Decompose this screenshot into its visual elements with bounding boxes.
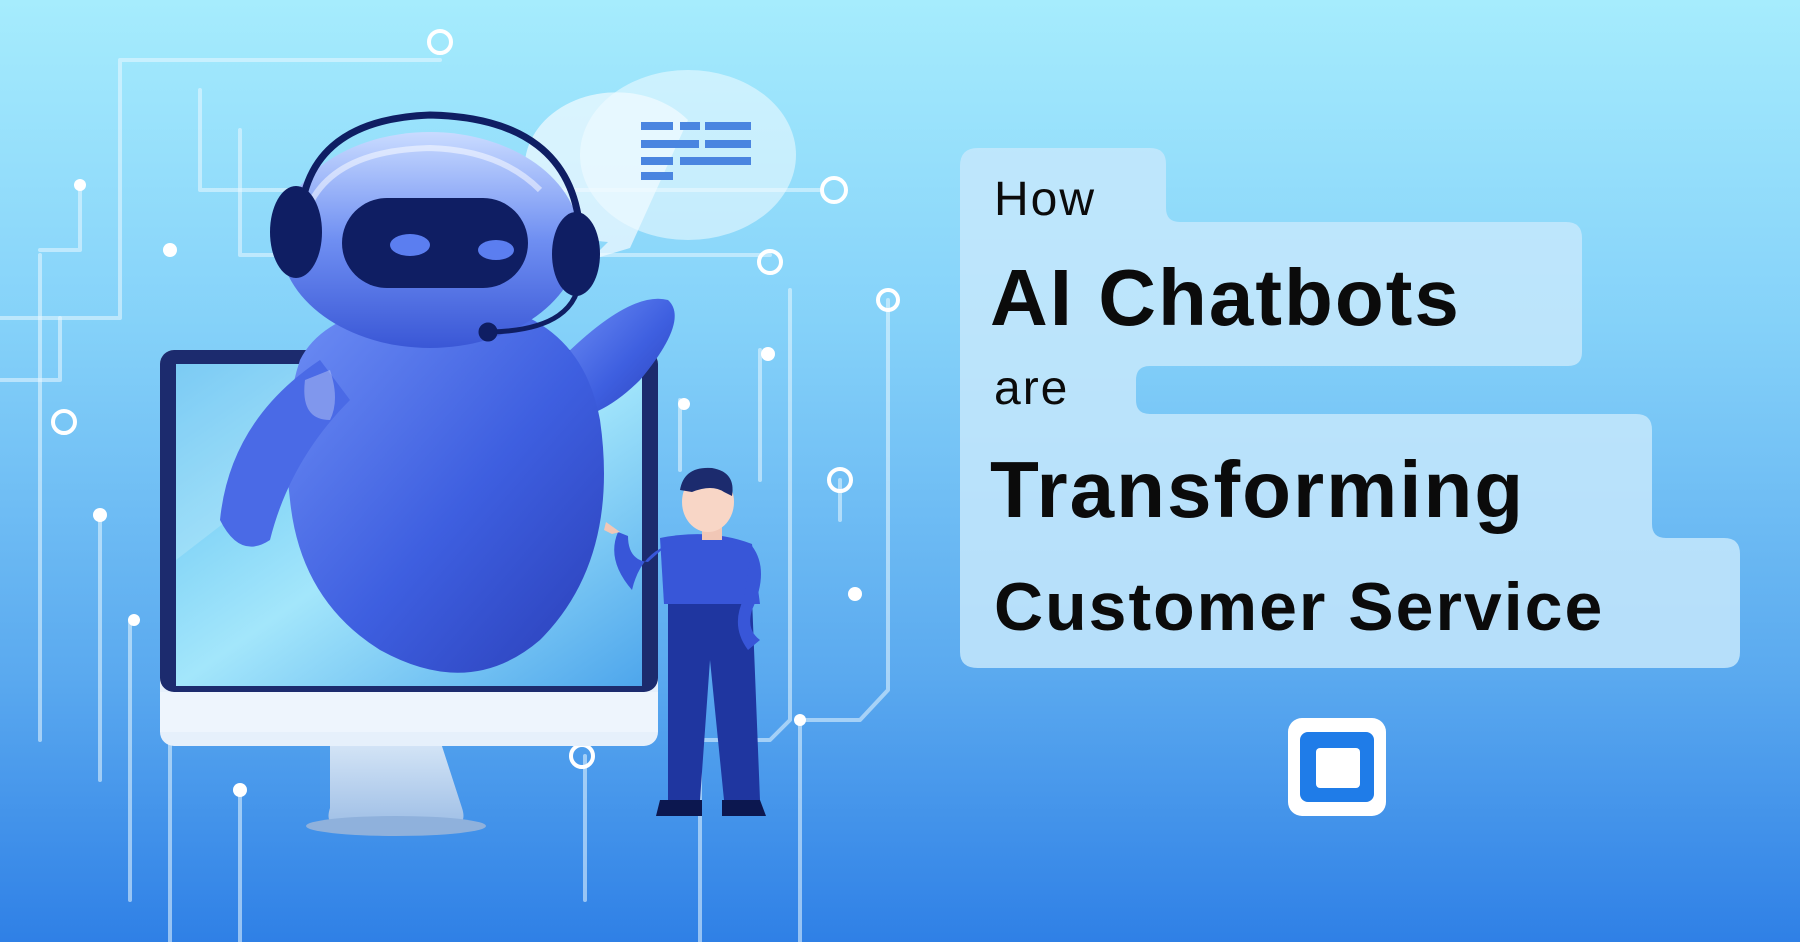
headline-line-customer-service: Customer Service: [994, 569, 1605, 645]
headline-line-are: are: [994, 362, 1070, 415]
banner: How AI Chatbots are Transforming Custome…: [0, 0, 1800, 942]
title-panel: [960, 148, 1740, 668]
headline-line-how: How: [994, 173, 1097, 226]
headline-line-transforming: Transforming: [990, 445, 1526, 534]
headline-line-ai-chatbots: AI Chatbots: [990, 253, 1461, 342]
